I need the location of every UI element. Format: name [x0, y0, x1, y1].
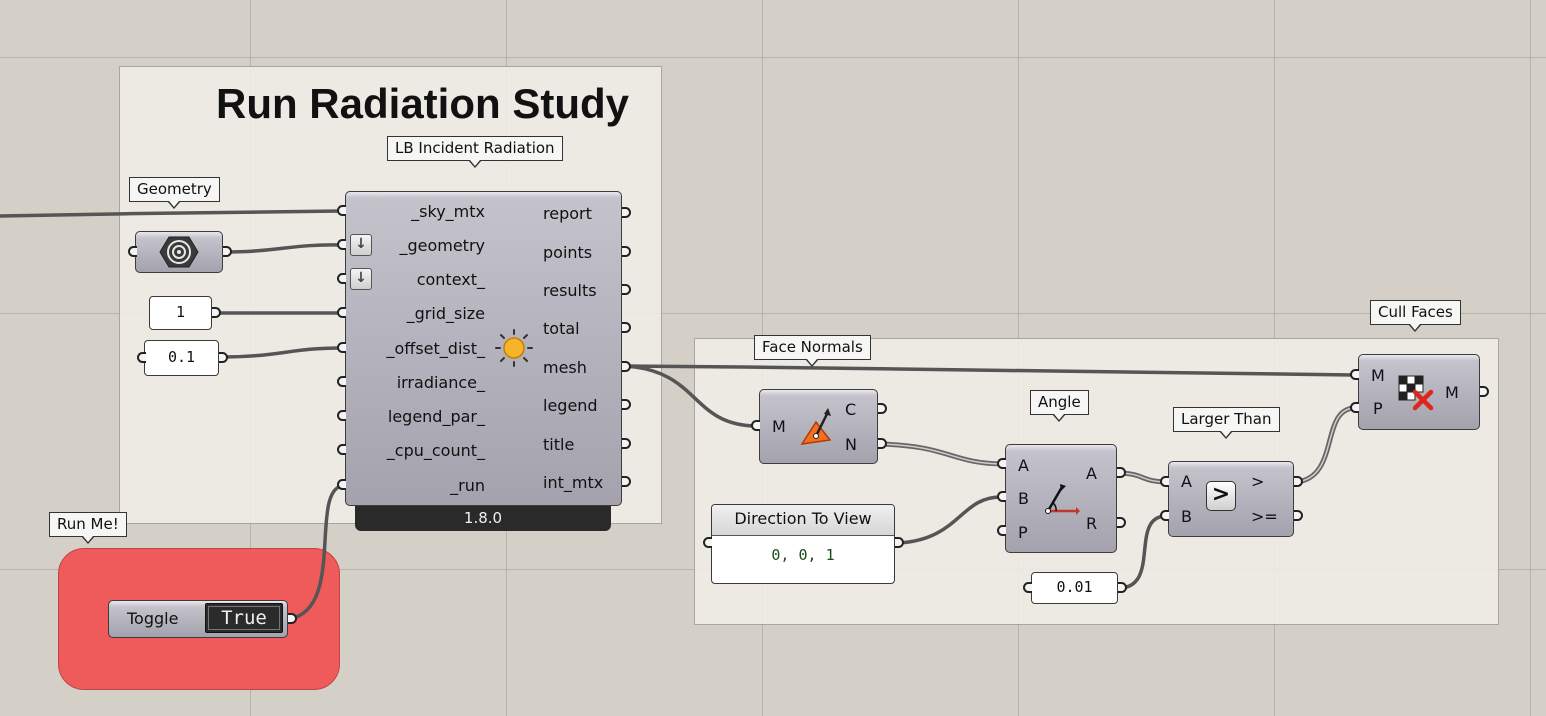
- threshold-panel[interactable]: 0.01: [1031, 572, 1118, 604]
- offset-panel[interactable]: 0.1: [144, 340, 219, 376]
- lb-port-offset-dist[interactable]: [337, 342, 346, 353]
- face-normals-icon: [800, 408, 832, 445]
- cull-port-p[interactable]: [1350, 402, 1359, 413]
- larger-than-component[interactable]: A B > > >=: [1168, 461, 1294, 537]
- offset-panel-in[interactable]: [137, 352, 146, 363]
- toggle-value: True: [221, 607, 267, 629]
- larger-input-label: A: [1181, 472, 1192, 491]
- tag-geometry: Geometry: [129, 177, 220, 209]
- angle-port-p[interactable]: [997, 525, 1006, 536]
- lb-input-label: _geometry: [399, 236, 485, 255]
- angle-port-a[interactable]: [997, 458, 1006, 469]
- lb-port-geometry[interactable]: [337, 239, 346, 250]
- lb-port-legend-par[interactable]: [337, 410, 346, 421]
- context-flatten-icon[interactable]: ↓: [350, 268, 372, 290]
- larger-port-a[interactable]: [1160, 476, 1169, 487]
- face-normals-input-label: M: [772, 417, 786, 436]
- tag-face-normals: Face Normals: [754, 335, 871, 367]
- run-toggle[interactable]: Toggle True: [108, 600, 288, 638]
- lb-port-cpu-count[interactable]: [337, 444, 346, 455]
- cull-input-label: M: [1371, 366, 1385, 385]
- lb-output-label: int_mtx: [543, 473, 604, 492]
- cull-output-label: M: [1445, 383, 1459, 402]
- face-normals-component[interactable]: M C N: [759, 389, 878, 464]
- larger-port-b[interactable]: [1160, 510, 1169, 521]
- larger-than-icon-glyph: >: [1211, 482, 1231, 507]
- cull-port-m[interactable]: [1350, 369, 1359, 380]
- lb-input-label: context_: [416, 270, 485, 289]
- geometry-flatten-icon[interactable]: ↓: [350, 234, 372, 256]
- lb-input-label: _run: [450, 476, 485, 495]
- lb-port-irradiance[interactable]: [337, 376, 346, 387]
- angle-port-b[interactable]: [997, 491, 1006, 502]
- direction-panel[interactable]: Direction To View 0, 0, 1: [711, 504, 895, 584]
- direction-panel-in[interactable]: [703, 537, 712, 548]
- offset-value: 0.1: [167, 348, 196, 366]
- direction-panel-value: 0, 0, 1: [771, 546, 835, 564]
- angle-icon: [1045, 484, 1080, 515]
- angle-input-label: B: [1018, 489, 1029, 508]
- lb-version-bar: 1.8.0: [355, 505, 611, 531]
- sun-icon: [495, 329, 533, 367]
- tag-angle: Angle: [1030, 390, 1089, 422]
- threshold-value: 0.01: [1056, 578, 1093, 596]
- lb-port-grid-size[interactable]: [337, 307, 346, 318]
- geometry-hex-icon: [159, 236, 199, 268]
- angle-output-label: R: [1086, 514, 1098, 533]
- angle-component[interactable]: A B P A R: [1005, 444, 1117, 553]
- lb-output-label: mesh: [543, 358, 587, 377]
- lb-port-run[interactable]: [337, 479, 346, 490]
- larger-output-label: >=: [1251, 507, 1278, 526]
- lb-port-context[interactable]: [337, 273, 346, 284]
- angle-input-label: P: [1018, 523, 1028, 542]
- angle-output-label: A: [1086, 464, 1097, 483]
- threshold-panel-in[interactable]: [1023, 582, 1032, 593]
- lb-incident-radiation-component[interactable]: ↓ ↓ _sky_mtx _geometry context_ _grid_si…: [345, 191, 622, 506]
- face-normals-output-label: N: [845, 435, 857, 454]
- lb-output-label: title: [543, 435, 575, 454]
- tag-run-me: Run Me!: [49, 512, 127, 544]
- lb-input-label: legend_par_: [387, 407, 485, 426]
- grid-size-value: 1: [175, 303, 186, 321]
- grid-size-panel[interactable]: 1: [149, 296, 212, 330]
- lb-input-label: _grid_size: [406, 304, 485, 323]
- lb-port-sky-mtx[interactable]: [337, 205, 346, 216]
- lb-input-label: irradiance_: [396, 373, 485, 392]
- face-normals-port-m[interactable]: [751, 420, 760, 431]
- lb-input-label: _sky_mtx: [411, 202, 485, 221]
- lb-input-label: _offset_dist_: [386, 339, 485, 358]
- lb-output-label: total: [543, 319, 580, 338]
- tag-cull-faces: Cull Faces: [1370, 300, 1461, 332]
- cull-faces-icon: [1398, 375, 1434, 411]
- lb-output-label: legend: [543, 396, 598, 415]
- larger-output-label: >: [1251, 472, 1265, 491]
- lb-output-label: report: [543, 204, 592, 223]
- larger-than-icon: >: [1206, 481, 1236, 511]
- lb-input-label: _cpu_count_: [386, 441, 485, 460]
- lb-output-label: points: [543, 243, 593, 262]
- tag-larger-than: Larger Than: [1173, 407, 1280, 439]
- tag-lb-incident-radiation: LB Incident Radiation: [387, 136, 563, 168]
- direction-panel-title: Direction To View: [712, 505, 894, 536]
- lb-output-label: results: [543, 281, 597, 300]
- cull-faces-component[interactable]: M P M: [1358, 354, 1480, 430]
- geometry-param[interactable]: [135, 231, 223, 273]
- group-title: Run Radiation Study: [216, 80, 629, 127]
- angle-input-label: A: [1018, 456, 1029, 475]
- larger-input-label: B: [1181, 507, 1192, 526]
- cull-input-label: P: [1373, 399, 1383, 418]
- geometry-param-in[interactable]: [128, 246, 137, 257]
- face-normals-output-label: C: [845, 400, 857, 419]
- toggle-label: Toggle: [127, 609, 179, 628]
- toggle-value-box[interactable]: True: [205, 603, 283, 633]
